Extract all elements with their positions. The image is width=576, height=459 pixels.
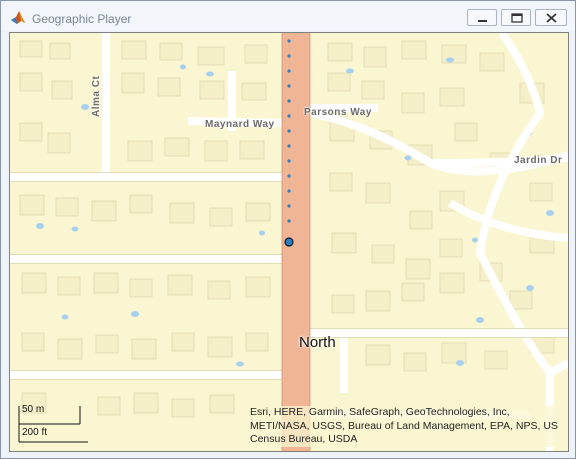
close-button[interactable] (535, 9, 567, 26)
maximize-icon (511, 13, 523, 23)
window-title: Geographic Player (32, 12, 132, 26)
street-label-jardin: Jardin Dr (514, 155, 563, 166)
map-attribution: Esri, HERE, Garmin, SafeGraph, GeoTechno… (250, 406, 566, 447)
map-view[interactable]: Alma Ct Maynard Way Parsons Way Jardin D… (9, 32, 569, 452)
street-label-parsons: Parsons Way (304, 107, 372, 118)
close-icon (546, 13, 557, 23)
matlab-icon (11, 11, 25, 24)
current-position-marker (284, 237, 294, 247)
minimize-icon (478, 20, 487, 22)
street-label-maynard: Maynard Way (205, 119, 275, 130)
street-label-alma: Alma Ct (91, 75, 102, 117)
scale-bar: 50 m 200 ft (18, 404, 88, 444)
title-bar[interactable]: Geographic Player (1, 1, 575, 31)
app-window: Geographic Player Alma Ct Maynard Way Pa… (0, 0, 576, 459)
maximize-button[interactable] (501, 9, 531, 26)
scale-metric: 50 m (22, 404, 45, 415)
scale-imperial: 200 ft (22, 427, 48, 438)
street-label-north: North (299, 334, 336, 351)
minimize-button[interactable] (467, 9, 497, 26)
